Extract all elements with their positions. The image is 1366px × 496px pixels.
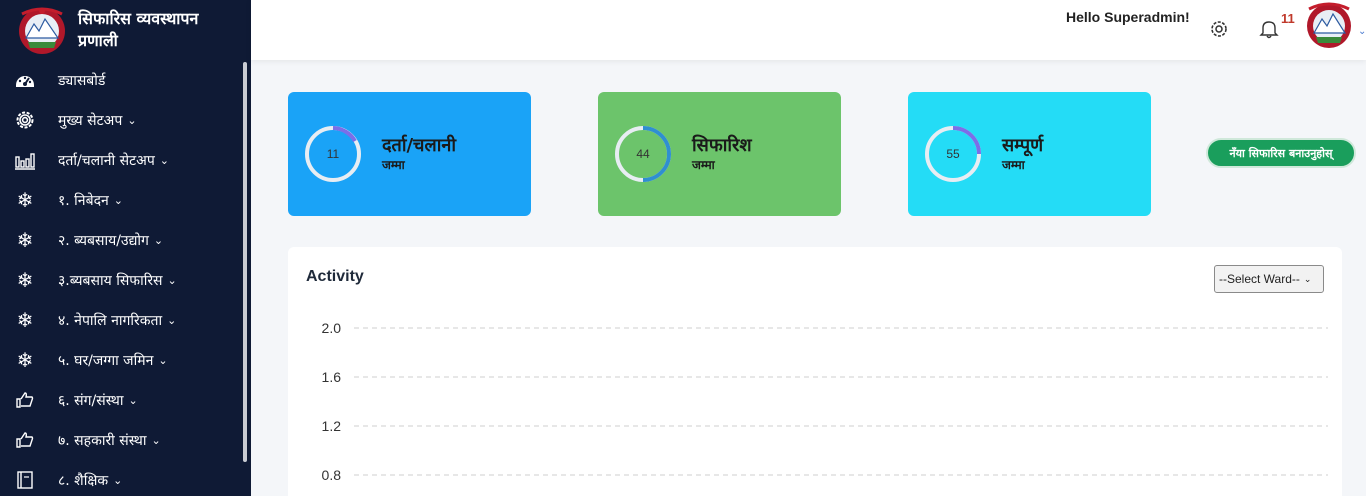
chevron-down-icon: ⌄ [113, 193, 123, 207]
stat-count: 11 [326, 147, 340, 161]
count-ring: 55 [924, 125, 982, 183]
sidebar-item-label: मुख्य सेटअप [58, 112, 123, 129]
sidebar-item-cooperative[interactable]: ७. सहकारी संस्था ⌄ [0, 420, 240, 460]
chevron-down-icon[interactable]: ⌄ [1358, 26, 1366, 37]
sidebar-item-label: ५. घर/जग्गा जमिन [58, 352, 154, 369]
chevron-down-icon: ⌄ [151, 433, 161, 447]
thumbs-up-icon [12, 427, 38, 453]
chevron-down-icon: ⌄ [128, 393, 138, 407]
activity-title: Activity [306, 268, 364, 285]
gear-icon [12, 107, 38, 133]
bell-icon[interactable] [1258, 18, 1280, 40]
stat-subtitle: जम्मा [1002, 158, 1025, 172]
snowflake-icon: ❄ [16, 308, 34, 332]
y-tick-label: 1.2 [322, 418, 342, 434]
new-recommendation-button[interactable]: नँया सिफारिस बनाउनुहोस् [1206, 138, 1356, 168]
stat-card-total[interactable]: 55 सम्पूर्ण जम्मा [908, 92, 1151, 216]
top-header: Hello Superadmin! 11 ⌄ [251, 0, 1366, 60]
stat-subtitle: जम्मा [382, 158, 405, 172]
chevron-down-icon: ⌄ [127, 113, 137, 127]
chevron-down-icon: ⌄ [158, 353, 168, 367]
sidebar-item-label: १. निबेदन [58, 192, 109, 209]
greeting-text: Hello Superadmin! [1066, 9, 1190, 25]
notification-count-badge: 11 [1281, 11, 1295, 26]
emblem-logo [19, 7, 65, 54]
sidebar-item-citizenship[interactable]: ❄ ४. नेपालि नागरिकता ⌄ [0, 300, 240, 340]
snowflake-icon: ❄ [16, 348, 34, 372]
activity-panel: Activity --Select Ward-- ⌄ 2.0 1.6 1.2 0.8 [288, 247, 1342, 496]
book-icon [12, 467, 38, 493]
sidebar-item-application[interactable]: ❄ १. निबेदन ⌄ [0, 180, 240, 220]
stat-title: सम्पूर्ण [1002, 135, 1044, 156]
stat-count: 55 [946, 147, 960, 161]
chevron-down-icon: ⌄ [153, 233, 164, 247]
stat-count: 44 [636, 147, 650, 161]
sidebar-item-house-land[interactable]: ❄ ५. घर/जग्गा जमिन ⌄ [0, 340, 240, 380]
brand: सिफारिस व्यवस्थापन प्रणाली [0, 0, 251, 60]
sidebar-item-register-setup[interactable]: दर्ता/चलानी सेटअप ⌄ [0, 140, 240, 180]
dashboard-icon [12, 67, 38, 93]
bar-chart-icon [12, 147, 38, 173]
stat-title: सिफारिश [692, 135, 752, 156]
sidebar-item-dashboard[interactable]: ड्यासबोर्ड [0, 60, 240, 100]
snowflake-icon: ❄ [16, 228, 34, 252]
sidebar-item-label: ४. नेपालि नागरिकता [58, 312, 163, 329]
chevron-down-icon: ⌄ [167, 273, 177, 287]
chevron-down-icon: ⌄ [113, 473, 123, 487]
sidebar-item-educational[interactable]: ८. शैक्षिक ⌄ [0, 460, 240, 496]
snowflake-icon: ❄ [16, 268, 34, 292]
sidebar-item-label: ३.ब्यबसाय सिफारिस [58, 272, 163, 289]
chevron-down-icon: ⌄ [167, 313, 177, 327]
y-tick-label: 2.0 [322, 320, 342, 336]
settings-gear-icon[interactable] [1208, 18, 1230, 40]
thumbs-up-icon [12, 387, 38, 413]
sidebar-item-business-recommendation[interactable]: ❄ ३.ब्यबसाय सिफारिस ⌄ [0, 260, 240, 300]
sidebar-item-business-industry[interactable]: ❄ २. ब्यबसाय/उद्योग ⌄ [0, 220, 240, 260]
y-tick-label: 0.8 [322, 467, 342, 483]
ward-select-value: --Select Ward-- [1219, 272, 1300, 286]
sidebar-scrollbar[interactable] [243, 62, 247, 462]
sidebar-item-label: ७. सहकारी संस्था [58, 432, 147, 449]
sidebar-item-main-setup[interactable]: मुख्य सेटअप ⌄ [0, 100, 240, 140]
stat-card-recommendation[interactable]: 44 सिफारिश जम्मा [598, 92, 841, 216]
count-ring: 11 [304, 125, 362, 183]
stat-title: दर्ता/चलानी [382, 135, 457, 156]
sidebar: सिफारिस व्यवस्थापन प्रणाली ड्यासबोर्ड मु… [0, 0, 251, 496]
sidebar-item-label: दर्ता/चलानी सेटअप [58, 152, 155, 169]
sidebar-item-organization[interactable]: ६. संग/संस्था ⌄ [0, 380, 240, 420]
stat-subtitle: जम्मा [692, 158, 715, 172]
sidebar-menu: ड्यासबोर्ड मुख्य सेटअप ⌄ दर्ता/चलानी सेट… [0, 60, 240, 496]
stat-card-register[interactable]: 11 दर्ता/चलानी जम्मा [288, 92, 531, 216]
sidebar-item-label: ६. संग/संस्था [58, 392, 124, 409]
avatar[interactable] [1301, 0, 1357, 50]
snowflake-icon: ❄ [16, 188, 34, 212]
ward-select[interactable]: --Select Ward-- ⌄ [1214, 265, 1324, 293]
app-title: सिफारिस व्यवस्थापन प्रणाली [78, 9, 199, 50]
sidebar-item-label: ८. शैक्षिक [58, 472, 109, 489]
count-ring: 44 [614, 125, 672, 183]
chevron-down-icon: ⌄ [159, 153, 169, 167]
sidebar-item-label: ड्यासबोर्ड [58, 72, 106, 89]
y-tick-label: 1.6 [322, 369, 342, 385]
activity-chart: 2.0 1.6 1.2 0.8 [322, 320, 1328, 483]
chevron-down-icon: ⌄ [1303, 273, 1312, 284]
sidebar-item-label: २. ब्यबसाय/उद्योग [58, 232, 149, 249]
